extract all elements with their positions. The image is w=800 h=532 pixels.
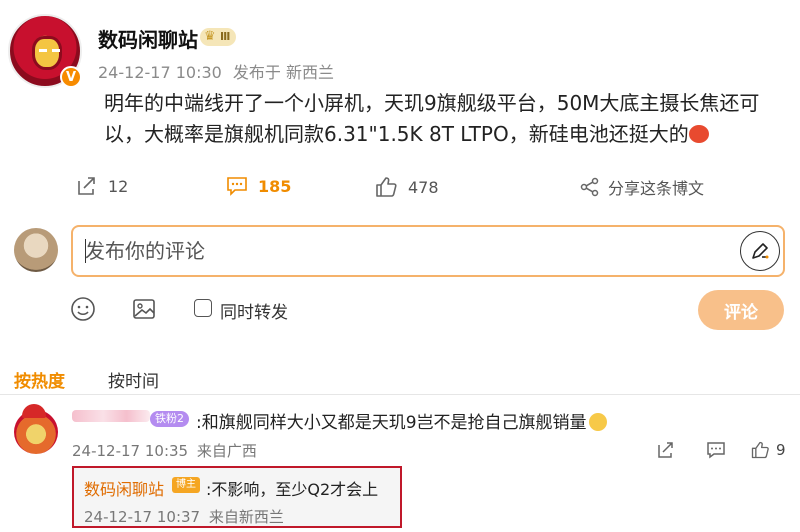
like-button[interactable]: 478 — [374, 175, 439, 199]
fan-badge: 铁粉2 — [150, 411, 189, 427]
comment-input-box[interactable] — [71, 225, 785, 277]
sync-repost-checkbox[interactable] — [194, 299, 212, 317]
post-body: 明年的中端线开了一个小屏机，天玑9旗舰级平台，50M大底主摄长焦还可以，大概率是… — [104, 88, 794, 150]
comment-button[interactable]: 185 — [226, 175, 291, 197]
repost-button[interactable]: 12 — [76, 175, 128, 197]
share-icon — [580, 177, 599, 197]
comment-timestamp: 24-12-17 10:35 — [72, 442, 189, 460]
emoji-icon[interactable] — [70, 296, 96, 322]
santa-hat-icon — [22, 404, 46, 418]
comment-like-count: 9 — [776, 441, 786, 459]
comment-input[interactable] — [85, 237, 705, 265]
ironman-mask-icon — [32, 36, 62, 70]
sync-repost-label[interactable]: 同时转发 — [220, 298, 288, 323]
comment-text: :和旗舰同样大小又都是天玑9岂不是抢自己旗舰销量 — [196, 408, 607, 433]
divider — [0, 394, 800, 395]
current-user-avatar[interactable] — [14, 228, 58, 272]
tab-sort-hot[interactable]: 按热度 — [14, 367, 65, 392]
post-location: 发布于 新西兰 — [232, 63, 335, 82]
reply-icon[interactable] — [706, 440, 726, 460]
verified-badge: V — [60, 66, 82, 88]
comment-location: 来自广西 — [196, 442, 257, 460]
reply-location: 来自新西兰 — [208, 508, 284, 526]
repost-icon[interactable] — [656, 440, 676, 460]
image-icon[interactable] — [131, 296, 157, 322]
reply-meta: 24-12-17 10:37 来自新西兰 — [84, 506, 284, 527]
reply-author[interactable]: 数码闲聊站 — [84, 476, 164, 500]
repost-icon — [78, 177, 95, 195]
pen-icon — [752, 243, 769, 259]
comment-icon — [227, 177, 247, 196]
handwriting-button[interactable] — [740, 231, 780, 271]
laughing-emoji-icon — [688, 125, 709, 143]
author-badge: 博主 — [172, 477, 200, 493]
submit-comment-button[interactable]: 评论 — [698, 290, 784, 330]
text-caret — [85, 239, 86, 263]
comment-meta: 24-12-17 10:35 来自广西 — [72, 440, 257, 461]
thumbs-up-icon[interactable] — [750, 440, 770, 460]
share-button[interactable]: 分享这条博文 — [580, 175, 704, 199]
like-count: 478 — [408, 177, 439, 197]
reply-timestamp: 24-12-17 10:37 — [84, 508, 201, 526]
author-name[interactable]: 数码闲聊站 — [98, 24, 198, 53]
thumbs-up-icon — [376, 177, 397, 197]
grinning-emoji-icon — [588, 413, 607, 431]
post-meta: 24-12-17 10:30 发布于 新西兰 — [98, 59, 334, 83]
commenter-name-blurred[interactable] — [72, 410, 150, 422]
post-timestamp[interactable]: 24-12-17 10:30 — [98, 63, 222, 82]
comment-count: 185 — [258, 176, 292, 196]
level-badge: Ⅲ — [200, 28, 237, 46]
repost-count: 12 — [108, 176, 129, 196]
comment-text-content: :和旗舰同样大小又都是天玑9岂不是抢自己旗舰销量 — [196, 413, 587, 433]
reply-text: :不影响，至少Q2才会上 — [206, 480, 379, 499]
share-label: 分享这条博文 — [608, 179, 705, 198]
post-text: 明年的中端线开了一个小屏机，天玑9旗舰级平台，50M大底主摄长焦还可以，大概率是… — [104, 91, 760, 146]
tab-sort-time[interactable]: 按时间 — [108, 367, 159, 392]
